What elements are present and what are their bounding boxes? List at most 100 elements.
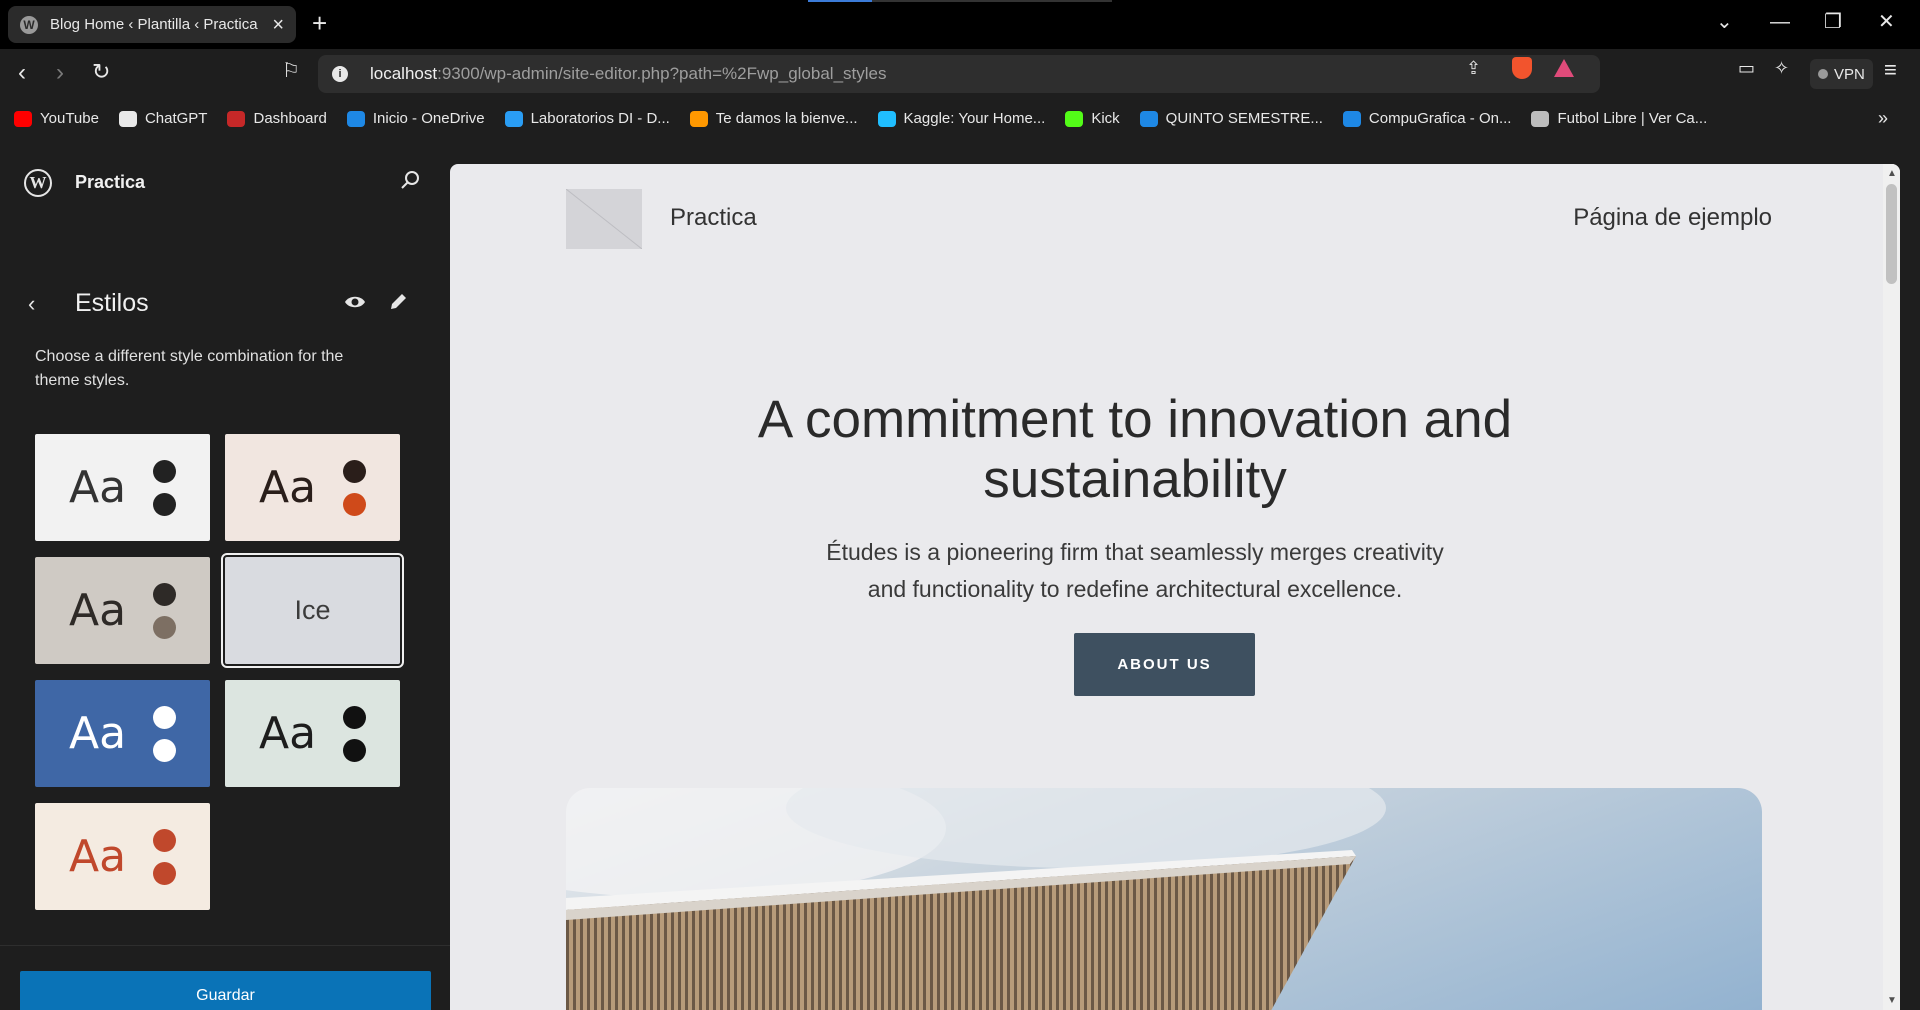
style-variation-card[interactable]: Aa <box>225 680 400 787</box>
brave-shields-icon[interactable] <box>1512 57 1532 79</box>
bookmark-item[interactable]: Te damos la bienve... <box>689 110 858 127</box>
style-variation-card[interactable]: Aa <box>35 557 210 664</box>
scroll-up-icon[interactable]: ▲ <box>1887 168 1897 179</box>
loading-indicator <box>808 0 1112 2</box>
forward-icon[interactable]: › <box>56 61 64 85</box>
bookmark-item[interactable]: Inicio - OneDrive <box>346 110 485 127</box>
bookmark-item[interactable]: YouTube <box>14 110 99 127</box>
back-icon[interactable]: ‹ <box>18 61 26 85</box>
variation-label: Ice <box>294 595 331 625</box>
bookmark-favicon-icon <box>14 110 32 127</box>
color-swatch <box>343 705 366 729</box>
bookmark-label: Inicio - OneDrive <box>372 110 485 127</box>
bookmark-label: Futbol Libre | Ver Ca... <box>1557 110 1708 127</box>
style-variation-card[interactable]: Aa <box>35 803 210 910</box>
bookmark-item[interactable]: Kaggle: Your Home... <box>877 110 1045 127</box>
site-logo-placeholder[interactable] <box>566 189 642 249</box>
hero-subtitle: Études is a pioneering firm that seamles… <box>826 539 1444 602</box>
bookmark-favicon-icon <box>1139 110 1158 127</box>
bookmark-label: QUINTO SEMESTRE... <box>1165 110 1323 127</box>
pencil-icon[interactable] <box>388 292 408 312</box>
variation-color-swatches <box>153 459 176 516</box>
bookmark-item[interactable]: Laboratorios DI - D... <box>504 110 670 127</box>
color-swatch <box>153 861 176 885</box>
bookmark-favicon-icon <box>1342 110 1361 127</box>
bookmark-favicon-icon <box>346 110 365 127</box>
bookmark-favicon-icon <box>118 110 137 127</box>
reload-icon[interactable]: ↻ <box>92 61 110 83</box>
wordpress-logo-icon[interactable]: W <box>24 169 52 197</box>
variation-typography-sample: Aa <box>69 831 127 882</box>
restore-icon[interactable]: ❐ <box>1824 12 1842 32</box>
bookmark-item[interactable]: Dashboard <box>227 110 327 127</box>
color-swatch <box>343 492 366 516</box>
tab-close-icon[interactable]: × <box>272 15 284 35</box>
bookmark-favicon-icon <box>1065 110 1084 127</box>
variation-color-swatches <box>343 705 366 762</box>
style-variation-card[interactable]: Aa <box>225 434 400 541</box>
variation-color-swatches <box>153 828 176 885</box>
bookmarks-overflow-icon[interactable]: » <box>1878 108 1888 129</box>
share-icon[interactable]: ⇪ <box>1466 59 1481 77</box>
preview-site-title[interactable]: Practica <box>670 204 757 232</box>
address-bar[interactable]: i localhost:9300/wp-admin/site-editor.ph… <box>318 55 1600 93</box>
scroll-down-icon[interactable]: ▼ <box>1887 995 1897 1006</box>
bookmark-item[interactable]: QUINTO SEMESTRE... <box>1139 110 1323 127</box>
hero-architecture-image <box>566 788 1762 1010</box>
browser-toolbar: ‹ › ↻ ⚐ i localhost:9300/wp-admin/site-e… <box>0 49 1920 100</box>
variation-typography-sample: Aa <box>69 462 127 513</box>
minimize-icon[interactable]: — <box>1770 12 1790 32</box>
variation-color-swatches <box>153 705 176 762</box>
hero-title: A commitment to innovation and sustainab… <box>757 390 1513 509</box>
variation-typography-sample: Aa <box>259 462 317 513</box>
wallet-icon[interactable]: ▭ <box>1738 59 1755 77</box>
menu-icon[interactable]: ≡ <box>1884 59 1897 81</box>
style-variation-card[interactable]: Ice <box>221 553 404 668</box>
bookmark-label: ChatGPT <box>144 110 208 127</box>
bookmark-icon[interactable]: ⚐ <box>282 61 300 81</box>
about-us-button[interactable]: ABOUT US <box>1074 633 1255 696</box>
brave-rewards-icon[interactable] <box>1554 59 1574 77</box>
bookmark-favicon-icon <box>1531 110 1550 127</box>
url-text: localhost:9300/wp-admin/site-editor.php?… <box>370 64 887 83</box>
bookmark-label: Te damos la bienve... <box>715 110 858 127</box>
site-info-icon[interactable]: i <box>332 66 348 82</box>
building-canopy-illustration <box>566 788 1386 1010</box>
site-preview[interactable]: Practica Página de ejemplo A commitment … <box>450 164 1900 1010</box>
browser-tab[interactable]: W Blog Home ‹ Plantilla ‹ Practica × <box>8 6 296 43</box>
tab-search-chevron-icon[interactable]: ⌄ <box>1716 12 1733 32</box>
back-chevron-icon[interactable]: ‹ <box>28 293 35 315</box>
vpn-label: VPN <box>1834 65 1865 83</box>
tab-title: Blog Home ‹ Plantilla ‹ Practica <box>50 16 258 33</box>
scrollbar-thumb[interactable] <box>1886 184 1897 284</box>
bookmark-item[interactable]: Kick <box>1065 110 1120 127</box>
color-swatch <box>153 828 176 852</box>
vpn-button[interactable]: VPN <box>1810 59 1873 89</box>
variation-color-swatches <box>153 582 176 639</box>
color-swatch <box>153 582 176 606</box>
search-icon[interactable] <box>400 169 422 191</box>
save-button[interactable]: Guardar <box>20 971 431 1010</box>
bookmark-item[interactable]: Futbol Libre | Ver Ca... <box>1531 110 1707 127</box>
variation-typography-sample: Aa <box>69 585 127 636</box>
save-footer: Guardar <box>0 945 450 1010</box>
color-swatch <box>343 459 366 483</box>
style-variation-card[interactable]: Aa <box>35 680 210 787</box>
color-swatch <box>343 738 366 762</box>
preview-nav-link[interactable]: Página de ejemplo <box>1573 204 1772 232</box>
bookmarks-bar: YouTube ChatGPT Dashboard Inicio - OneDrive… <box>0 100 1920 137</box>
bookmark-item[interactable]: CompuGrafica - On... <box>1342 110 1512 127</box>
vpn-status-icon <box>1818 69 1828 79</box>
bookmark-label: CompuGrafica - On... <box>1368 110 1512 127</box>
bookmark-item[interactable]: ChatGPT <box>118 110 208 127</box>
leo-ai-icon[interactable]: ✧ <box>1774 59 1789 77</box>
variation-typography-sample: Aa <box>259 708 317 759</box>
preview-scrollbar[interactable]: ▲ ▼ <box>1883 164 1900 1010</box>
bookmark-favicon-icon <box>504 110 523 127</box>
window-close-icon[interactable]: ✕ <box>1878 12 1895 32</box>
site-title[interactable]: Practica <box>75 172 145 193</box>
eye-icon[interactable] <box>343 294 367 310</box>
new-tab-icon[interactable]: + <box>312 10 327 36</box>
style-variation-card[interactable]: Aa <box>35 434 210 541</box>
panel-title: Estilos <box>75 289 149 317</box>
